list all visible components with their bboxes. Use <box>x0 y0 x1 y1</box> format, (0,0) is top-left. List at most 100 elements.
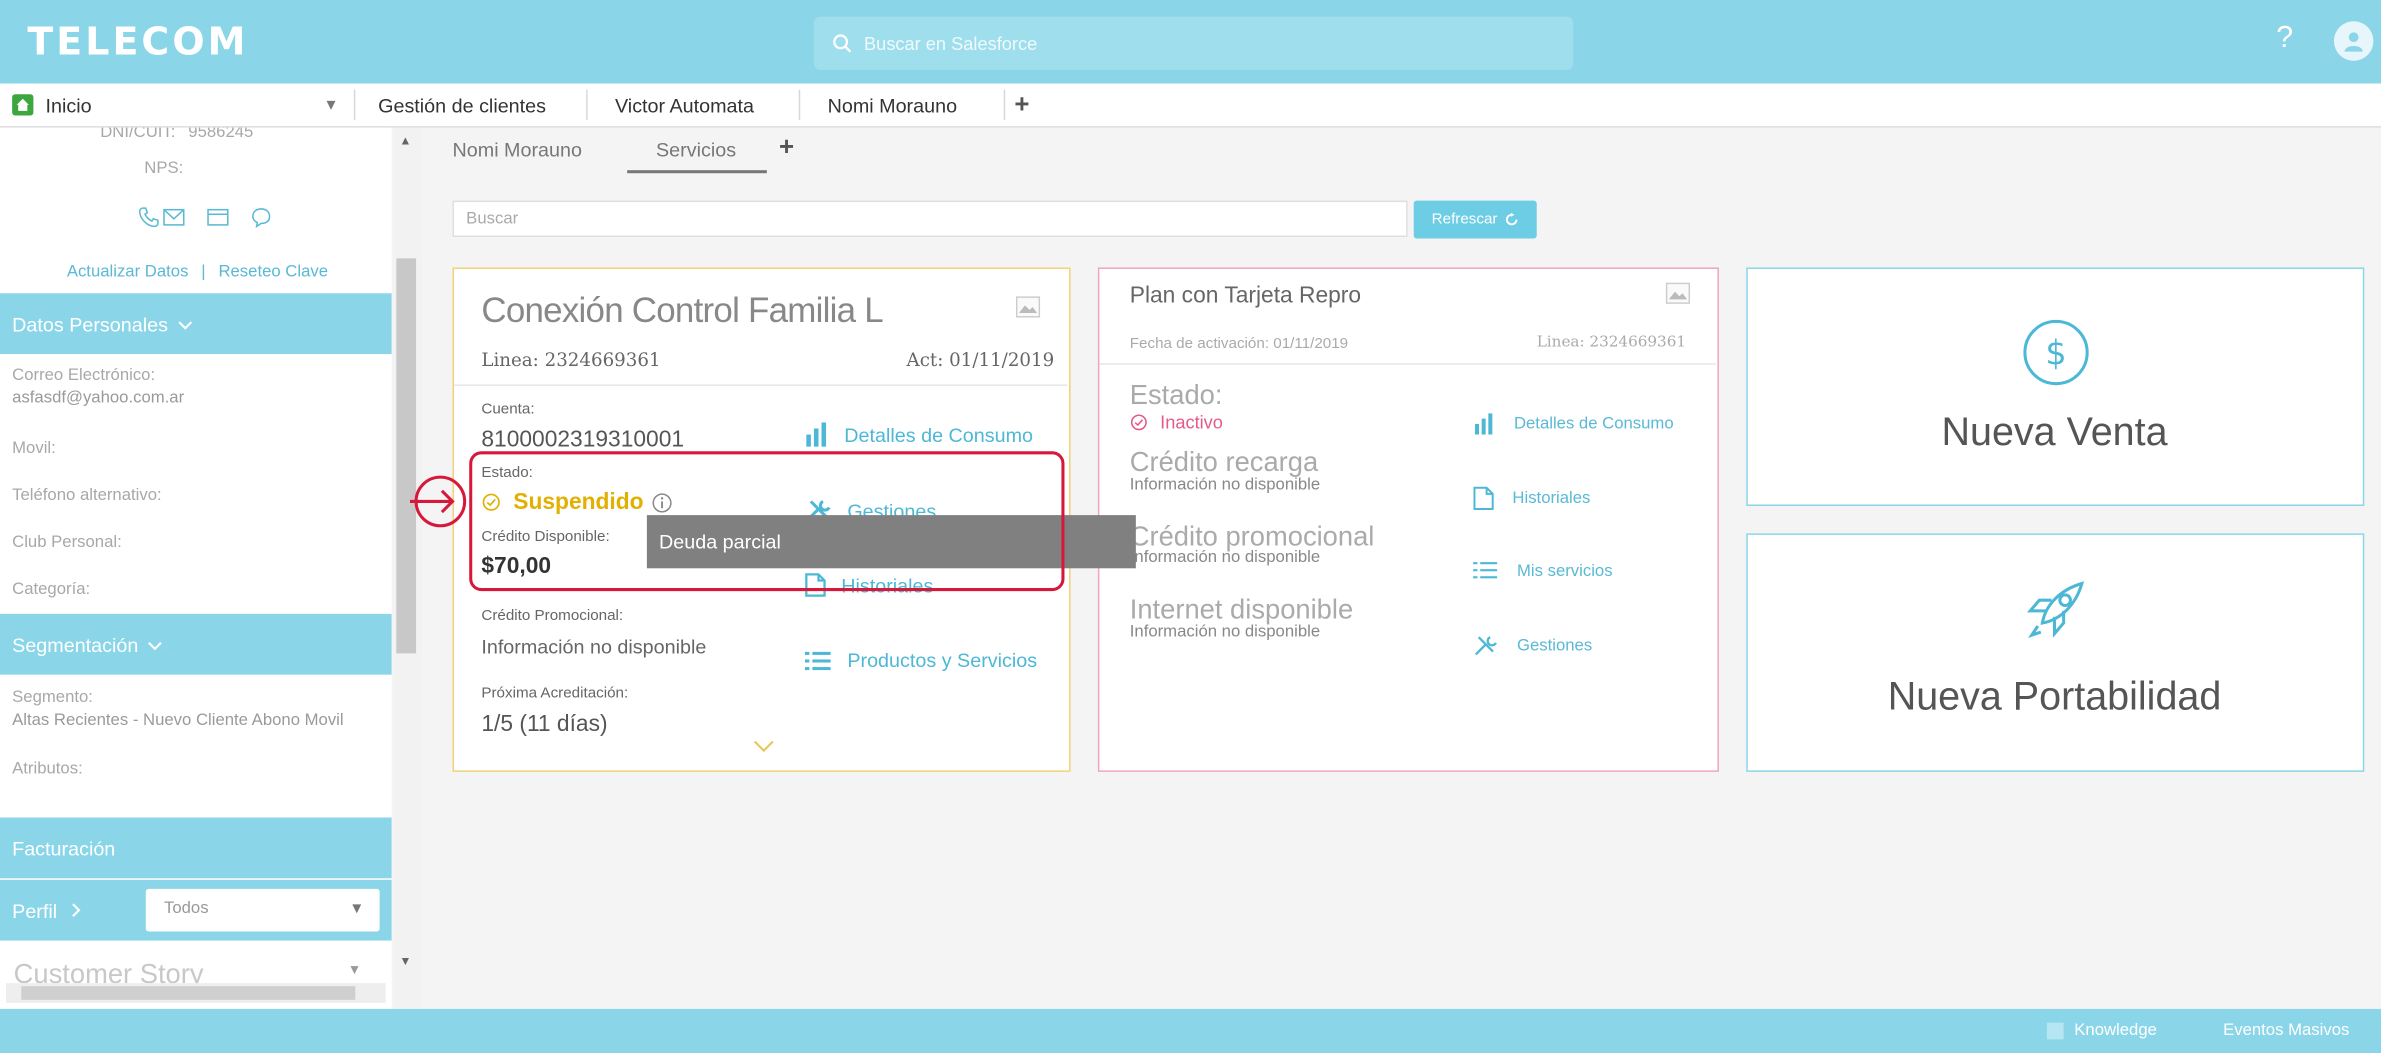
card-icon[interactable] <box>207 208 230 226</box>
card2-action-historiales-label: Historiales <box>1512 489 1591 508</box>
horizontal-scrollbar[interactable] <box>6 983 386 1003</box>
movil-label: Movil: <box>12 439 56 458</box>
nueva-portabilidad-label: Nueva Portabilidad <box>1887 673 2222 719</box>
user-icon <box>2344 32 2363 52</box>
section-perfil[interactable]: Perfil Todos ▼ <box>0 879 392 941</box>
document-icon <box>1473 486 1494 511</box>
proxima-acreditacion-label: Próxima Acreditación: <box>481 685 629 703</box>
arrow-circle-right-icon <box>409 475 467 528</box>
card2-action-detalles-consumo[interactable]: Detalles de Consumo <box>1473 413 1674 435</box>
add-subtab-button[interactable]: + <box>779 132 794 162</box>
card2-estado-label: Estado: <box>1129 379 1223 411</box>
reseteo-clave-link[interactable]: Reseteo Clave <box>218 263 328 281</box>
eventos-masivos-button[interactable]: Eventos Masivos <box>2223 1021 2349 1039</box>
card2-action-detalles-consumo-label: Detalles de Consumo <box>1513 414 1674 434</box>
tab-nomi-morauno[interactable]: Nomi Morauno <box>828 84 957 127</box>
segmento-value: Altas Recientes - Nuevo Cliente Abono Mo… <box>12 711 344 730</box>
card1-divider <box>454 384 1068 386</box>
search-icon <box>833 34 852 53</box>
services-search-input[interactable]: Buscar <box>452 200 1408 238</box>
section-segmentacion[interactable]: Segmentación <box>0 613 392 675</box>
credito-promocional-label: Crédito Promocional: <box>481 607 624 625</box>
bar-chart-icon <box>806 422 827 447</box>
dni-label: DNI/CUIT: <box>100 127 176 142</box>
global-search-input[interactable]: Buscar en Salesforce <box>813 16 1574 70</box>
section-segmentacion-label: Segmentación <box>12 632 139 656</box>
help-icon[interactable]: ? <box>2276 21 2293 56</box>
broken-image-icon <box>1665 282 1691 304</box>
card1-act-date: Act: 01/11/2019 <box>906 349 1055 371</box>
action-productos-servicios-label: Productos y Servicios <box>847 648 1038 672</box>
tab-inicio[interactable]: Inicio <box>12 84 92 127</box>
chat-icon[interactable] <box>251 207 272 228</box>
section-datos-personales[interactable]: Datos Personales <box>0 293 392 355</box>
card2-action-historiales[interactable]: Historiales <box>1473 486 1591 511</box>
tab-inicio-dropdown-icon[interactable]: ▼ <box>323 84 338 127</box>
estado-highlight-box <box>469 451 1065 592</box>
global-search-placeholder: Buscar en Salesforce <box>864 32 1038 54</box>
refresh-button-label: Refrescar <box>1431 211 1498 228</box>
section-facturacion[interactable]: Facturación <box>0 817 392 879</box>
tab-gestion-clientes[interactable]: Gestión de clientes <box>378 84 546 127</box>
knowledge-button[interactable]: Knowledge <box>2046 1021 2157 1040</box>
cuenta-label: Cuenta: <box>481 401 535 418</box>
dropdown-arrow-icon: ▼ <box>349 901 365 918</box>
check-circle-icon <box>1130 414 1147 431</box>
action-productos-servicios[interactable]: Productos y Servicios <box>804 648 1038 672</box>
card2-title: Plan con Tarjeta Repro <box>1129 282 1362 309</box>
horizontal-scroll-thumb[interactable] <box>21 986 356 1000</box>
card2-linea: Linea: 2324669361 <box>1536 334 1687 352</box>
links-separator: | <box>201 262 206 282</box>
knowledge-label: Knowledge <box>2074 1021 2157 1040</box>
card2-action-gestiones[interactable]: Gestiones <box>1473 634 1592 658</box>
customer-story-dropdown-icon[interactable]: ▼ <box>348 962 362 977</box>
broken-image-icon <box>1015 296 1041 318</box>
telecom-logo[interactable]: TELECOM <box>27 20 248 64</box>
tools-icon <box>1475 636 1497 656</box>
email-icon[interactable] <box>162 208 185 226</box>
tab-victor-automata[interactable]: Victor Automata <box>615 84 754 127</box>
chevron-down-icon <box>177 312 192 335</box>
card1-title: Conexión Control Familia L <box>481 290 883 330</box>
credito-promocional-value: Información no disponible <box>481 635 707 658</box>
phone-icon[interactable] <box>138 207 159 228</box>
atributos-label: Atributos: <box>12 759 83 778</box>
credito-promocional-value-2: Información no disponible <box>1129 548 1321 567</box>
club-personal-label: Club Personal: <box>12 533 122 552</box>
user-avatar[interactable] <box>2333 21 2374 61</box>
expand-chevron-icon[interactable] <box>753 740 774 754</box>
perfil-select[interactable]: Todos ▼ <box>145 888 380 932</box>
card2-action-mis-servicios-label: Mis servicios <box>1516 561 1613 580</box>
subtab-nomi-morauno[interactable]: Nomi Morauno <box>453 138 582 161</box>
add-tab-button[interactable]: + <box>1014 84 1029 127</box>
card2-action-gestiones-label: Gestiones <box>1516 636 1593 655</box>
sidebar-scroll-thumb[interactable] <box>396 258 417 654</box>
actualizar-datos-link[interactable]: Actualizar Datos <box>67 263 189 281</box>
global-header: TELECOM Buscar en Salesforce ? <box>0 0 2381 84</box>
section-perfil-label: Perfil <box>12 898 58 922</box>
nueva-venta-button[interactable]: $ Nueva Venta <box>1746 267 2365 506</box>
telefono-alternativo-label: Teléfono alternativo: <box>12 486 162 505</box>
scroll-down-icon[interactable]: ▼ <box>399 954 411 968</box>
action-detalles-consumo[interactable]: Detalles de Consumo <box>805 422 1033 447</box>
subtab-servicios[interactable]: Servicios <box>656 138 736 161</box>
credito-recarga-label: Crédito recarga <box>1129 446 1319 478</box>
svg-text:$: $ <box>2045 334 2066 373</box>
chevron-down-icon <box>147 633 162 656</box>
service-card-tarjeta-repro[interactable]: Plan con Tarjeta Repro Fecha de activaci… <box>1097 267 1719 772</box>
refresh-button[interactable]: Refrescar <box>1413 200 1537 239</box>
nueva-portabilidad-button[interactable]: Nueva Portabilidad <box>1746 533 2365 772</box>
tab-divider <box>798 89 801 121</box>
scroll-up-icon[interactable]: ▲ <box>399 134 411 148</box>
email-value: asfasdf@yahoo.com.ar <box>12 388 185 408</box>
tab-inicio-label: Inicio <box>45 93 92 117</box>
sidebar-links: Actualizar Datos | Reseteo Clave <box>67 257 328 284</box>
refresh-icon <box>1506 212 1518 226</box>
utility-bar: Knowledge Eventos Masivos <box>0 1008 2381 1053</box>
card2-estado-status: Inactivo <box>1130 412 1223 433</box>
chevron-right-icon <box>69 899 81 922</box>
workspace-tab-bar: Inicio ▼ Gestión de clientes Victor Auto… <box>0 83 2381 128</box>
cuenta-value: 8100002319310001 <box>481 426 685 453</box>
card2-action-mis-servicios[interactable]: Mis servicios <box>1473 561 1613 581</box>
categoria-label: Categoría: <box>12 580 91 599</box>
